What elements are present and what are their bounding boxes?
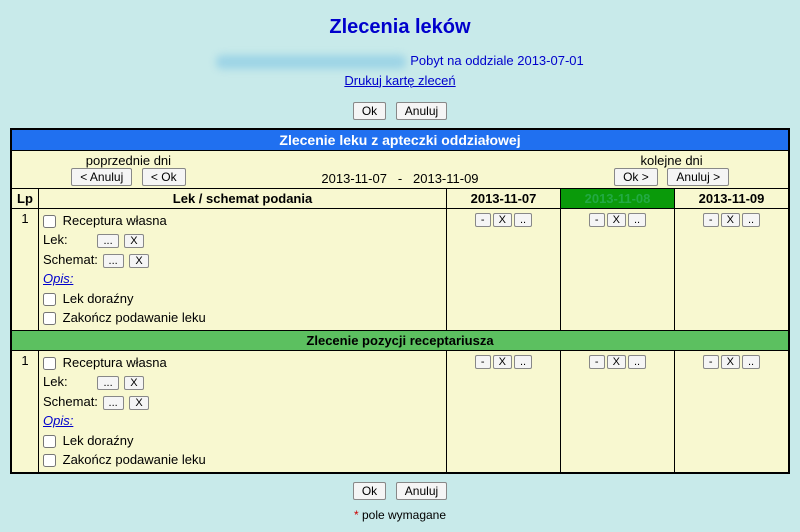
cancel-button-top[interactable]: Anuluj — [396, 102, 447, 120]
day2-cell: -X.. — [561, 208, 675, 330]
day-dots-button[interactable]: .. — [514, 213, 532, 227]
lp-cell: 1 — [11, 208, 39, 330]
page-title: Zlecenia leków — [10, 16, 790, 39]
prev-days-label: poprzednie dni — [12, 153, 245, 168]
date-range: 2013-11-07 - 2013-11-09 — [321, 171, 478, 186]
finish-checkbox[interactable] — [43, 312, 56, 325]
patient-stay-line: Pobyt na oddziale 2013-07-01 — [10, 53, 790, 69]
orders-table: Zlecenie leku z apteczki oddziałowej pop… — [10, 128, 790, 474]
day1-cell: -X.. — [447, 350, 561, 473]
opis-link[interactable]: Opis: — [43, 413, 73, 428]
ok-button-bottom[interactable]: Ok — [353, 482, 386, 500]
day-x-button[interactable]: X — [721, 213, 740, 227]
day-minus-button[interactable]: - — [589, 213, 605, 227]
day3-cell: -X.. — [675, 350, 790, 473]
schemat-pick-button[interactable]: ... — [103, 396, 124, 410]
schemat-clear-button[interactable]: X — [129, 254, 148, 268]
emergency-label: Lek doraźny — [63, 291, 134, 306]
day-dots-button[interactable]: .. — [742, 213, 760, 227]
finish-label: Zakończ podawanie leku — [63, 310, 206, 325]
day-minus-button[interactable]: - — [475, 213, 491, 227]
next-cancel-button[interactable]: Anuluj > — [667, 168, 729, 186]
med-cell: Receptura własna Lek: ... X Schemat: ...… — [39, 350, 447, 473]
day-dots-button[interactable]: .. — [742, 355, 760, 369]
day-dots-button[interactable]: .. — [628, 355, 646, 369]
day-x-button[interactable]: X — [607, 213, 626, 227]
opis-link[interactable]: Opis: — [43, 271, 73, 286]
day-x-button[interactable]: X — [493, 355, 512, 369]
day-dots-button[interactable]: .. — [628, 213, 646, 227]
finish-checkbox[interactable] — [43, 454, 56, 467]
own-recipe-checkbox[interactable] — [43, 357, 56, 370]
day-minus-button[interactable]: - — [703, 213, 719, 227]
schemat-label: Schemat: — [43, 394, 98, 409]
section-formulary-header: Zlecenie pozycji receptariusza — [11, 330, 789, 350]
med-cell: Receptura własna Lek: ... X Schemat: ...… — [39, 208, 447, 330]
emergency-label: Lek doraźny — [63, 433, 134, 448]
stay-label: Pobyt na oddziale 2013-07-01 — [410, 53, 583, 68]
lek-pick-button[interactable]: ... — [97, 234, 118, 248]
day2-cell: -X.. — [561, 350, 675, 473]
emergency-checkbox[interactable] — [43, 435, 56, 448]
day-dots-button[interactable]: .. — [514, 355, 532, 369]
schemat-pick-button[interactable]: ... — [103, 254, 124, 268]
table-row: 1 Receptura własna Lek: ... X Schemat: .… — [11, 208, 789, 330]
day-x-button[interactable]: X — [721, 355, 740, 369]
own-recipe-checkbox[interactable] — [43, 215, 56, 228]
day1-cell: -X.. — [447, 208, 561, 330]
day-minus-button[interactable]: - — [475, 355, 491, 369]
section-pharmacy-header: Zlecenie leku z apteczki oddziałowej — [11, 129, 789, 151]
col-day1: 2013-11-07 — [447, 188, 561, 208]
own-recipe-label: Receptura własna — [63, 213, 167, 228]
col-lp: Lp — [11, 188, 39, 208]
next-days-label: kolejne dni — [555, 153, 788, 168]
day-x-button[interactable]: X — [607, 355, 626, 369]
prev-ok-button[interactable]: < Ok — [142, 168, 186, 186]
day-minus-button[interactable]: - — [703, 355, 719, 369]
lek-label: Lek: — [43, 374, 68, 389]
print-card-link[interactable]: Drukuj kartę zleceń — [344, 73, 455, 88]
prev-cancel-button[interactable]: < Anuluj — [71, 168, 132, 186]
day-x-button[interactable]: X — [493, 213, 512, 227]
table-row: 1 Receptura własna Lek: ... X Schemat: .… — [11, 350, 789, 473]
lek-label: Lek: — [43, 232, 68, 247]
lek-clear-button[interactable]: X — [124, 234, 143, 248]
finish-label: Zakończ podawanie leku — [63, 452, 206, 467]
lek-clear-button[interactable]: X — [124, 376, 143, 390]
day-minus-button[interactable]: - — [589, 355, 605, 369]
next-ok-button[interactable]: Ok > — [614, 168, 658, 186]
lek-pick-button[interactable]: ... — [97, 376, 118, 390]
col-day2-active: 2013-11-08 — [561, 188, 675, 208]
cancel-button-bottom[interactable]: Anuluj — [396, 482, 447, 500]
schemat-label: Schemat: — [43, 252, 98, 267]
emergency-checkbox[interactable] — [43, 293, 56, 306]
col-day3: 2013-11-09 — [675, 188, 790, 208]
own-recipe-label: Receptura własna — [63, 355, 167, 370]
col-med: Lek / schemat podania — [39, 188, 447, 208]
ok-button-top[interactable]: Ok — [353, 102, 386, 120]
patient-name-blurred — [216, 55, 406, 69]
lp-cell: 1 — [11, 350, 39, 473]
schemat-clear-button[interactable]: X — [129, 396, 148, 410]
day3-cell: -X.. — [675, 208, 790, 330]
